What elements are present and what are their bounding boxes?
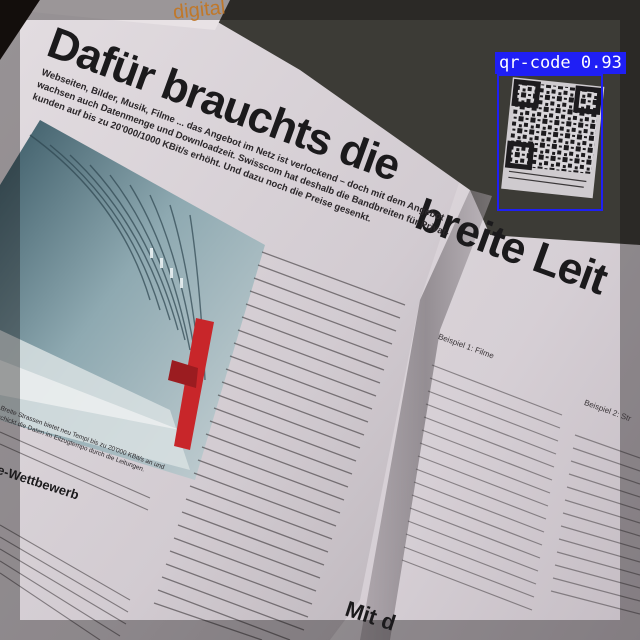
detection-score: 0.93 <box>580 53 622 73</box>
detection-class: qr-code <box>499 53 571 73</box>
detection-label: qr-code 0.93 <box>495 52 626 74</box>
detection-box <box>497 74 603 211</box>
photo-stage: digital Dafür brauchts die breite Leit W… <box>0 0 640 640</box>
